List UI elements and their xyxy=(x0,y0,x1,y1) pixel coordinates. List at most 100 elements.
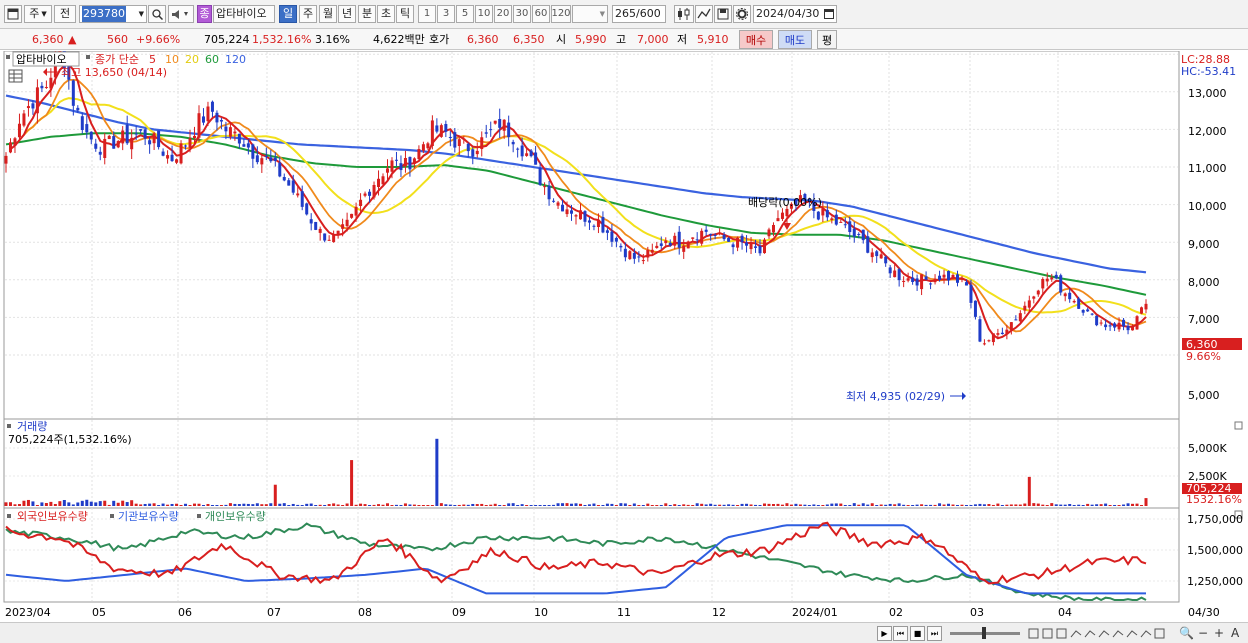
ma-title[interactable]: 종가 단순 xyxy=(95,53,139,66)
volume-bar xyxy=(426,505,430,506)
volume-bar xyxy=(677,505,681,506)
volume-bar xyxy=(785,503,789,506)
stop-icon[interactable]: ■ xyxy=(910,626,925,641)
volume-bar xyxy=(1054,504,1058,506)
play-icon[interactable]: ▶ xyxy=(877,626,892,641)
low-price: 5,910 xyxy=(697,33,729,46)
volume-bar xyxy=(1023,503,1027,506)
chevron-down-icon: ▼ xyxy=(41,10,47,18)
volume-title[interactable]: 거래량 xyxy=(17,420,47,433)
timeframe-week[interactable]: 주 xyxy=(299,5,317,23)
stock-name-field[interactable]: 압타바이오 xyxy=(213,5,275,23)
legend-institution[interactable]: 기관보유수량 xyxy=(118,510,179,523)
current-pct-text: 9.66% xyxy=(1186,350,1221,363)
period-mode-select[interactable]: 주 ▼ xyxy=(24,5,52,23)
candle xyxy=(1077,296,1081,309)
search-icon[interactable] xyxy=(148,5,166,23)
interval-60[interactable]: 60 xyxy=(532,5,550,23)
first-page-icon[interactable]: ⏮ xyxy=(893,626,908,641)
date-value: 2024/04/30 xyxy=(756,7,820,20)
volume-bar xyxy=(80,500,84,506)
interval-3[interactable]: 3 xyxy=(437,5,455,23)
bar-count-field[interactable]: 265/600 xyxy=(612,5,666,23)
volume-bar xyxy=(430,505,434,506)
chart-tool-icons[interactable] xyxy=(1028,627,1168,640)
volume-bar xyxy=(17,504,21,506)
text-size-icon[interactable]: A xyxy=(1231,626,1239,640)
volume-bar xyxy=(695,503,699,506)
timeframe-minute[interactable]: 분 xyxy=(358,5,376,23)
close-pane-icon[interactable] xyxy=(1234,421,1243,430)
volume-bar xyxy=(363,504,367,506)
date-picker[interactable]: 2024/04/30 xyxy=(753,5,837,23)
volume-bar xyxy=(561,503,565,506)
volume-bar xyxy=(650,505,654,506)
volume-bar xyxy=(587,504,591,506)
legend-individual[interactable]: 개인보유수량 xyxy=(205,510,266,523)
stock-chart[interactable]: 압타바이오 종가 단순 5 10 20 60 120 LC:28.88 HC:-… xyxy=(0,51,1248,622)
volume-bar xyxy=(62,499,66,506)
volume-bar xyxy=(309,503,313,506)
stock-code-input[interactable]: 293780 ▼ xyxy=(79,5,147,23)
volume-bar xyxy=(646,503,650,506)
interval-custom-select[interactable]: ▼ xyxy=(572,5,608,23)
average-button[interactable]: 평 xyxy=(817,30,837,49)
volume-bar xyxy=(767,503,771,506)
interval-30[interactable]: 30 xyxy=(513,5,531,23)
volume-bar xyxy=(803,504,807,506)
volume-bar xyxy=(857,504,861,506)
save-icon[interactable] xyxy=(714,5,732,23)
draw-tool-icon[interactable] xyxy=(695,5,713,23)
zoom-slider-handle[interactable] xyxy=(982,627,986,639)
window-icon[interactable] xyxy=(4,5,22,23)
holding-tick: 1,250,000 xyxy=(1187,575,1243,588)
interval-1[interactable]: 1 xyxy=(418,5,436,23)
candle xyxy=(700,228,704,246)
volume-bar xyxy=(511,503,515,506)
volume-bar xyxy=(861,503,865,506)
plus-icon[interactable]: + xyxy=(1214,626,1224,640)
volume-bar xyxy=(148,503,152,506)
volume-bar xyxy=(67,502,71,506)
date-label: 03 xyxy=(970,606,984,619)
volume-bar xyxy=(228,503,232,506)
buy-button[interactable]: 매수 xyxy=(739,30,773,49)
timeframe-day[interactable]: 일 xyxy=(279,5,297,23)
table-view-icon[interactable] xyxy=(8,69,23,83)
volume-bar xyxy=(408,504,412,506)
interval-5[interactable]: 5 xyxy=(456,5,474,23)
timeframe-tick[interactable]: 틱 xyxy=(396,5,414,23)
interval-10[interactable]: 10 xyxy=(475,5,493,23)
timeframe-second[interactable]: 초 xyxy=(377,5,395,23)
volume-bar xyxy=(412,504,416,506)
zoom-icon[interactable]: 🔍 xyxy=(1179,626,1194,640)
calendar-icon[interactable] xyxy=(824,8,834,24)
volume-bar xyxy=(947,503,951,506)
legend-foreign[interactable]: 외국인보유수량 xyxy=(17,510,88,523)
volume-bar xyxy=(534,505,538,506)
volume-bar xyxy=(565,503,569,506)
interval-120[interactable]: 120 xyxy=(551,5,571,23)
volume-bar xyxy=(655,505,659,506)
prev-button[interactable]: 전 xyxy=(54,5,76,23)
volume-bar xyxy=(390,505,394,506)
quote-label: 호가 xyxy=(429,33,450,46)
interval-20[interactable]: 20 xyxy=(494,5,512,23)
price-tick: 10,000 xyxy=(1188,200,1227,213)
hc-value: HC:-53.41 xyxy=(1181,65,1236,78)
volume-bar xyxy=(920,504,924,506)
volume-bar xyxy=(605,503,609,506)
candle-style-icon[interactable] xyxy=(674,5,694,23)
gear-icon[interactable] xyxy=(733,5,751,23)
timeframe-month[interactable]: 월 xyxy=(319,5,337,23)
volume-bar xyxy=(879,504,883,506)
stock-code-value: 293780 xyxy=(82,6,126,22)
volume-bar xyxy=(121,500,125,506)
last-page-icon[interactable]: ⏭ xyxy=(927,626,942,641)
speaker-icon[interactable] xyxy=(168,5,194,23)
sell-button[interactable]: 매도 xyxy=(778,30,812,49)
volume-bar xyxy=(242,503,246,506)
chevron-down-icon[interactable]: ▼ xyxy=(139,6,144,22)
minus-icon[interactable]: − xyxy=(1198,626,1208,640)
timeframe-year[interactable]: 년 xyxy=(338,5,356,23)
